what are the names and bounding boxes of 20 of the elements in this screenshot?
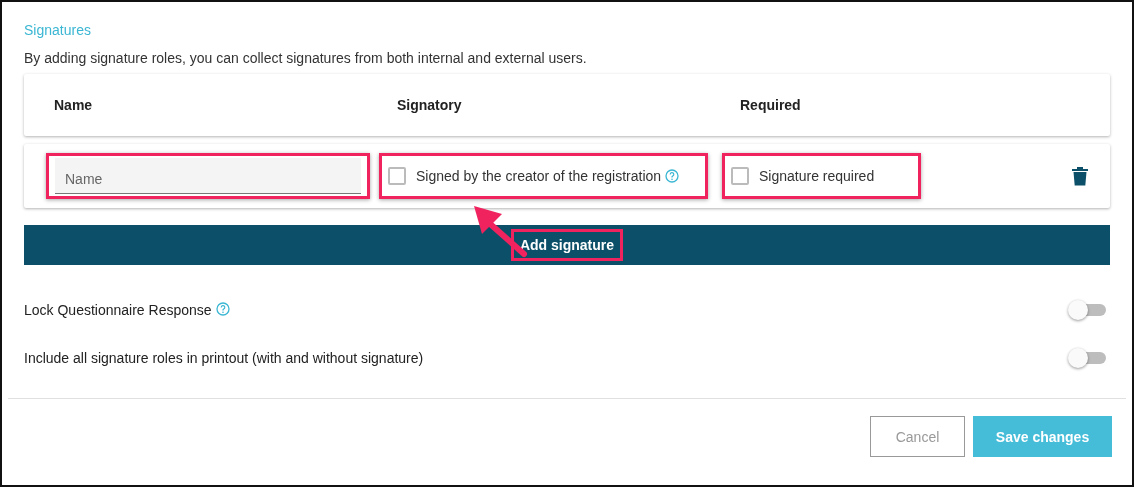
save-button[interactable]: Save changes [973,416,1112,457]
checkbox[interactable] [388,167,406,185]
section-description: By adding signature roles, you can collect signatures from both internal and external users. [24,50,588,66]
toggle-label: Include all signature roles in printout (with and without signature) [24,350,424,366]
add-signature-button[interactable]: Add signature [510,229,624,261]
column-header: Signatory [397,97,463,113]
toggle-switch[interactable] [1068,300,1106,320]
name-field[interactable]: Name [55,158,361,194]
checkbox-label: Signed by the creator of the registration [416,168,662,184]
help-icon[interactable] [215,302,230,316]
help-icon[interactable] [665,169,680,183]
checkbox[interactable] [731,167,749,185]
toggle-switch[interactable] [1068,348,1106,368]
column-header: Required [740,97,802,113]
cancel-button[interactable]: Cancel [870,416,965,457]
checkbox-label: Signature required [759,168,875,184]
column-header: Name [54,97,94,113]
trash-icon[interactable] [1071,166,1089,186]
section-title: Signatures [24,22,92,38]
toggle-label: Lock Questionnaire Response [24,302,212,318]
